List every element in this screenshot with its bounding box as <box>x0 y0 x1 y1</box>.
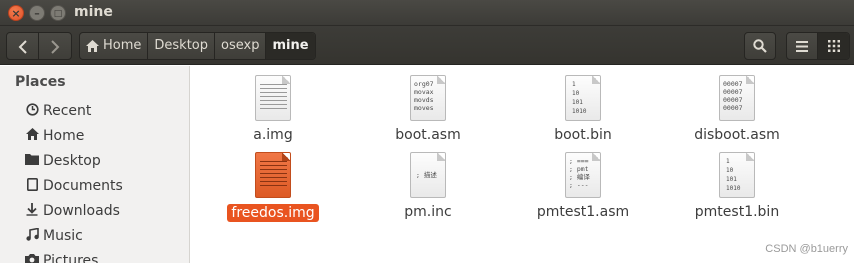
sidebar-item-home[interactable]: Home <box>24 125 84 147</box>
close-window-button[interactable]: × <box>8 5 24 21</box>
sidebar-item-label: Recent <box>43 103 92 119</box>
file-name: a.img <box>253 127 293 143</box>
download-icon <box>24 202 40 220</box>
toolbar: Home Desktop osexp mine <box>0 26 854 65</box>
file-grid: a.img org07 movax movds moves boot.asm 1… <box>191 66 854 263</box>
minimize-window-button[interactable]: – <box>29 5 45 21</box>
image-file-icon <box>255 152 291 198</box>
file-item[interactable]: ; === ; pmt ; 编译 ; --- pmtest1.asm <box>518 152 648 220</box>
sidebar-item-label: Home <box>43 128 85 144</box>
sidebar-item-downloads[interactable]: Downloads <box>24 200 120 222</box>
sidebar-item-label: Downloads <box>43 203 120 219</box>
binary-file-icon: 1 10 101 1010 <box>565 75 601 121</box>
file-name: boot.bin <box>554 127 612 143</box>
text-file-icon: ; 描述 <box>410 152 446 198</box>
sidebar-item-recent[interactable]: Recent <box>24 100 91 122</box>
back-button[interactable] <box>7 33 39 59</box>
sidebar-item-documents[interactable]: Documents <box>24 175 123 197</box>
text-file-icon: org07 movax movds moves <box>410 75 446 121</box>
search-button[interactable] <box>744 32 776 60</box>
sidebar-item-label: Documents <box>43 178 123 194</box>
chevron-right-icon <box>51 39 60 54</box>
text-file-icon: 00007 00007 00007 00007 <box>719 75 755 121</box>
file-item[interactable]: ; 描述 pm.inc <box>363 152 493 220</box>
file-preview: 1 10 101 1010 <box>726 158 741 192</box>
list-view-button[interactable] <box>787 33 819 59</box>
chevron-left-icon <box>18 39 27 54</box>
view-toggle <box>786 32 850 60</box>
file-item[interactable]: 1 10 101 1010 pmtest1.bin <box>672 152 802 220</box>
file-manager-window: × – □ mine Home Desktop osexp mine Place… <box>0 0 854 263</box>
folder-icon <box>24 153 40 169</box>
file-item[interactable]: 00007 00007 00007 00007 disboot.asm <box>672 75 802 143</box>
sidebar-item-label: Pictures <box>43 253 99 263</box>
sidebar-item-label: Desktop <box>43 153 101 169</box>
breadcrumb-home[interactable]: Home <box>80 33 149 59</box>
file-item[interactable]: a.img <box>208 75 338 143</box>
forward-button[interactable] <box>39 33 71 59</box>
sidebar-item-desktop[interactable]: Desktop <box>24 150 101 172</box>
file-preview: 1 10 101 1010 <box>572 81 587 115</box>
document-icon <box>24 177 40 195</box>
file-preview: 00007 00007 00007 00007 <box>723 80 743 112</box>
image-file-icon <box>255 75 291 121</box>
breadcrumb-desktop[interactable]: Desktop <box>148 33 216 59</box>
sidebar-item-pictures[interactable]: Pictures <box>24 250 98 263</box>
breadcrumb-label: Home <box>103 38 142 53</box>
text-file-icon: ; === ; pmt ; 编译 ; --- <box>565 152 601 198</box>
sidebar-heading: Places <box>15 74 66 90</box>
title-bar: × – □ mine <box>0 0 854 26</box>
file-name: freedos.img <box>227 204 319 222</box>
watermark: CSDN @b1uerry <box>765 243 848 255</box>
file-name: pm.inc <box>404 204 452 220</box>
file-preview: ; === ; pmt ; 编译 ; --- <box>569 157 590 189</box>
binary-file-icon: 1 10 101 1010 <box>719 152 755 198</box>
home-icon <box>24 128 40 144</box>
sidebar-item-label: Music <box>43 228 83 244</box>
window-title: mine <box>74 4 113 20</box>
sidebar-item-music[interactable]: Music <box>24 225 83 247</box>
file-preview: ; 描述 <box>416 171 437 179</box>
file-name: pmtest1.bin <box>694 204 780 220</box>
search-icon <box>753 39 767 53</box>
navigation-buttons <box>6 32 72 60</box>
places-sidebar: Places Recent Home Desktop Documents Dow… <box>0 66 190 263</box>
maximize-window-button[interactable]: □ <box>50 5 66 21</box>
file-name: boot.asm <box>395 127 461 143</box>
list-view-icon <box>796 40 808 52</box>
camera-icon <box>24 253 40 263</box>
file-item[interactable]: org07 movax movds moves boot.asm <box>363 75 493 143</box>
clock-icon <box>24 102 40 120</box>
home-icon <box>86 40 99 52</box>
file-name: disboot.asm <box>694 127 780 143</box>
grid-view-button[interactable] <box>818 33 849 59</box>
grid-view-icon <box>827 40 840 52</box>
breadcrumb: Home Desktop osexp mine <box>79 32 316 60</box>
breadcrumb-mine[interactable]: mine <box>266 33 315 59</box>
file-preview: org07 movax movds moves <box>414 80 434 112</box>
breadcrumb-osexp[interactable]: osexp <box>215 33 267 59</box>
file-item-selected[interactable]: freedos.img <box>208 152 338 222</box>
file-name: pmtest1.asm <box>536 204 630 220</box>
file-item[interactable]: 1 10 101 1010 boot.bin <box>518 75 648 143</box>
music-icon <box>24 227 40 245</box>
